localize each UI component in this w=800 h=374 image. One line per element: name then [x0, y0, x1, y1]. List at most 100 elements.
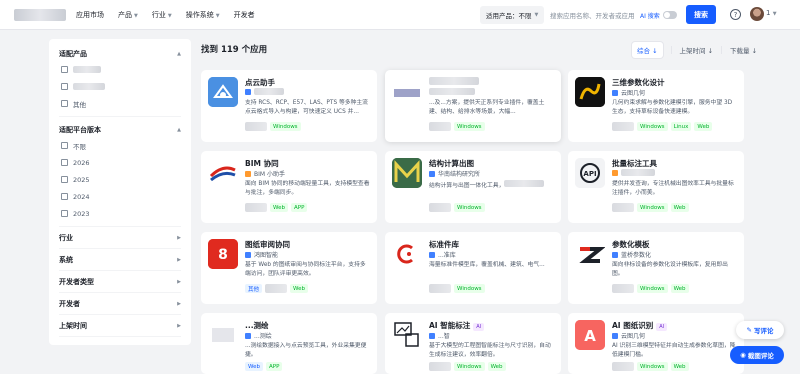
screenshot-comment-button[interactable]: ◉ 截图评论 [730, 346, 784, 364]
vendor-icon [429, 251, 435, 258]
nav-industry[interactable]: 行业 ▼ [152, 10, 172, 20]
nav-developer[interactable]: 开发者 [234, 10, 255, 20]
filter-release-time[interactable]: 上架时间 ▶ [59, 315, 181, 337]
app-name[interactable]: 点云助手 [245, 77, 275, 88]
filter-option-label: 其他 [73, 100, 86, 109]
redacted-vendor [254, 88, 284, 95]
filter-developer[interactable]: 开发者 ▶ [59, 293, 181, 315]
ai-search-label: AI 搜索 [640, 12, 660, 20]
app-tags: Windows [429, 203, 485, 212]
filter-option[interactable]: 2023 [59, 205, 181, 222]
checkbox[interactable] [61, 176, 68, 183]
sort-default[interactable]: 综合 ↓ [632, 42, 663, 58]
platform-tag: Web [670, 284, 689, 293]
redacted-tag [245, 203, 267, 212]
filter-option[interactable]: 2024 [59, 188, 181, 205]
chevron-down-icon: ▼ [534, 12, 539, 18]
site-logo[interactable] [14, 9, 66, 21]
nav-product-label: 产品 [118, 11, 132, 19]
checkbox[interactable] [61, 66, 68, 73]
app-name[interactable]: ...测绘 [245, 320, 269, 331]
main-nav: 应用市场 产品 ▼ 行业 ▼ 操作系统 ▼ 开发者 [76, 0, 255, 30]
app-vendor: 华南结构研究所 [429, 169, 480, 178]
app-card[interactable]: 点云助手 支持 RCS、RCP、E57、LAS、PTS 等多种主流点云格式导入与… [201, 70, 377, 142]
app-name[interactable]: 参数化模板 [612, 239, 650, 250]
app-tags: Windows [429, 122, 485, 131]
app-card[interactable]: AI 智能标注 AI ...智 基于大模型的工程图智能标注与尺寸识别，自动生成标注… [385, 313, 561, 374]
app-name[interactable]: 图纸审阅协同 [245, 239, 290, 250]
filter-industry[interactable]: 行业 ▶ [59, 227, 181, 249]
filter-option[interactable] [59, 61, 181, 78]
app-name[interactable]: 标准件库 [429, 239, 459, 250]
filter-version-title[interactable]: 适配平台版本 ▲ [59, 123, 181, 137]
app-card[interactable]: API 批量标注工具 提供并发查询，专注机械出图效率工具与批量标注插件，小而美。… [568, 151, 744, 223]
app-name[interactable]: AI 智能标注 AI [429, 320, 485, 331]
product-select-value: 适用产品：不限 [486, 12, 532, 20]
checkbox[interactable] [61, 210, 68, 217]
filter-option[interactable]: 2025 [59, 171, 181, 188]
nav-os[interactable]: 操作系统 ▼ [186, 10, 220, 20]
app-description: 支持 RCS、RCP、E57、LAS、PTS 等多种主流点云格式导入与构建，可快… [245, 100, 368, 115]
app-tags: 其他 Web [245, 284, 309, 293]
sort-label: 上架时间 [679, 47, 706, 55]
app-name[interactable]: BIM 协同 [245, 158, 279, 169]
nav-app-market[interactable]: 应用市场 [76, 10, 104, 20]
app-card[interactable]: ...测绘 ...测绘 ...测绘数据接入与点云预览工具，外业采集更便捷。 We… [201, 313, 377, 374]
filter-system[interactable]: 系统 ▶ [59, 249, 181, 271]
app-card[interactable]: A AI 图纸识别 AI 云图几何 AI 识别三维模型特征并自动生成参数化草图，降… [568, 313, 744, 374]
filter-developer-type[interactable]: 开发者类型 ▶ [59, 271, 181, 293]
app-description: 结构计算与出图一体化工具， [429, 180, 555, 197]
svg-text:API: API [583, 170, 596, 178]
filter-option[interactable]: 不限 [59, 137, 181, 154]
platform-tag: Windows [270, 122, 301, 131]
desc-text: 结构计算与出图一体化工具， [429, 183, 505, 189]
chevron-down-icon: ▼ [167, 13, 172, 19]
app-card[interactable]: BIM 协同 BIM 小助手 面向 BIM 协同的移动端轻量工具，支持模型查看与… [201, 151, 377, 223]
app-card[interactable]: 8 图纸审阅协同 鸿图智能 基于 Web 的图纸审阅与协同标注平台，支持多端访问… [201, 232, 377, 304]
redacted-tag [612, 362, 634, 371]
app-card[interactable]: 三维参数化设计 云图几何 几何约束求解与参数化建模引擎，服务中望 3D 生态，支… [568, 70, 744, 142]
app-card[interactable]: ...及...方案，提供天正系列专业插件，覆盖土建、结构、给排水等场景，大幅..… [385, 70, 561, 142]
redacted-vendor [429, 88, 475, 95]
platform-tag: Windows [454, 284, 485, 293]
app-name[interactable]: 结构计算出图 [429, 158, 474, 169]
app-card[interactable]: 标准件库 ...准库 海量标准件模型库，覆盖机械、建筑、电气... Window… [385, 232, 561, 304]
redacted-name [429, 77, 479, 85]
filter-option[interactable] [59, 78, 181, 95]
sort-downloads[interactable]: 下载量 ↓ [730, 45, 757, 55]
app-name[interactable]: AI 图纸识别 AI [612, 320, 668, 331]
filter-option-other[interactable]: 其他 [59, 95, 181, 112]
ai-badge: AI [656, 323, 668, 331]
divider [670, 46, 672, 54]
checkbox[interactable] [61, 100, 68, 107]
app-vendor: BIM 小助手 [245, 169, 285, 178]
ai-search-toggle[interactable]: AI 搜索 [640, 7, 686, 23]
filter-option[interactable]: 2026 [59, 154, 181, 171]
app-name[interactable]: 三维参数化设计 [612, 77, 665, 88]
app-name[interactable] [429, 77, 479, 87]
product-filter-select[interactable]: 适用产品：不限 ▼ [480, 6, 544, 24]
search-button[interactable]: 搜索 [686, 5, 716, 24]
user-menu[interactable]: 1 ▼ [766, 9, 777, 17]
bim-logo-icon [208, 158, 238, 188]
help-icon[interactable]: ? [730, 9, 741, 20]
toggle-switch[interactable] [662, 11, 677, 19]
app-card[interactable]: 结构计算出图 华南结构研究所 结构计算与出图一体化工具， Windows [385, 151, 561, 223]
checkbox[interactable] [61, 159, 68, 166]
app-tags: Windows Web [612, 203, 689, 212]
filter-product-title[interactable]: 适配产品 ▲ [59, 47, 181, 61]
checkbox[interactable] [61, 142, 68, 149]
vendor-name: 华南结构研究所 [438, 171, 481, 178]
filter-title-label: 适配平台版本 [59, 126, 101, 134]
checkbox[interactable] [61, 193, 68, 200]
avatar[interactable] [750, 7, 764, 21]
checkbox[interactable] [61, 83, 68, 90]
app-tags: Web APP [245, 362, 283, 371]
write-comment-button[interactable]: ✎ 写评论 [736, 321, 784, 339]
sort-release-time[interactable]: 上架时间 ↓ [680, 45, 714, 55]
nav-product[interactable]: 产品 ▼ [118, 10, 138, 20]
app-card[interactable]: 参数化模板 蓝桥参数化 面向非标设备的参数化设计模板库，复用即出图。 Windo… [568, 232, 744, 304]
app-name[interactable]: 批量标注工具 [612, 158, 657, 169]
vendor-icon [245, 332, 251, 339]
search-input[interactable]: 搜索应用名称、开发者或应用 [546, 6, 638, 24]
